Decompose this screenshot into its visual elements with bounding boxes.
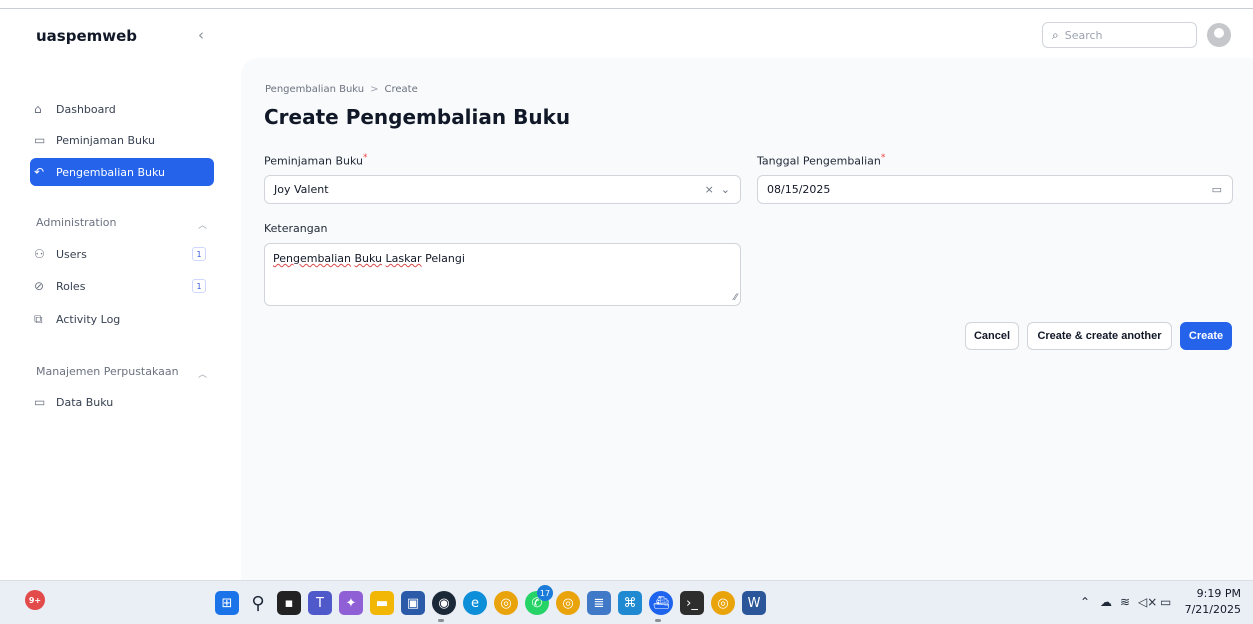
sidebar-item-label: Users	[56, 247, 87, 261]
whatsapp-badge: 17	[537, 585, 553, 601]
calendar-icon[interactable]: ▭	[1212, 183, 1222, 196]
copilot-icon[interactable]: ✦	[339, 591, 363, 615]
users-icon: ⚇	[34, 247, 45, 261]
store-icon[interactable]: ▣	[401, 591, 425, 615]
count-badge: 1	[192, 247, 206, 261]
clear-icon[interactable]: ×	[705, 183, 714, 196]
tanggal-label-text: Tanggal Pengembalian	[757, 154, 881, 168]
avatar[interactable]	[1207, 23, 1231, 47]
search-icon: ⌕	[1052, 27, 1059, 42]
chrome-icon[interactable]: ◎	[494, 591, 518, 615]
peminjaman-label-text: Peminjaman Buku	[264, 154, 363, 168]
tanggal-label: Tanggal Pengembalian*	[757, 153, 885, 168]
task-view-icon[interactable]: ▪	[277, 591, 301, 615]
keterangan-word: Laskar	[385, 252, 422, 265]
breadcrumb-parent[interactable]: Pengembalian Buku	[265, 84, 364, 95]
breadcrumb: Pengembalian Buku > Create	[265, 84, 418, 95]
teams-icon[interactable]: T	[308, 591, 332, 615]
window-top-bar	[0, 0, 1253, 9]
breadcrumb-separator: >	[370, 84, 379, 95]
return-arrow-icon: ↶	[34, 165, 45, 179]
resize-grip-icon[interactable]: ⁄⁄	[734, 293, 737, 303]
required-marker: *	[880, 153, 886, 163]
chevron-left-icon[interactable]: ‹	[198, 26, 204, 44]
tanggal-date-input[interactable]: 08/15/2025 ▭	[757, 175, 1233, 204]
sidebar-item-label: Data Buku	[56, 395, 114, 409]
steam-icon[interactable]: ◉	[432, 591, 456, 615]
sidebar-item-label: Peminjaman Buku	[56, 133, 155, 147]
search-placeholder: Search	[1064, 28, 1103, 42]
count-badge: 1	[192, 279, 206, 293]
keterangan-word: Pengembalian	[273, 252, 351, 265]
required-marker: *	[363, 153, 368, 163]
book-open-icon: ▭	[34, 133, 46, 147]
book-open-icon: ▭	[34, 395, 46, 409]
chevron-up-icon[interactable]: ︿	[198, 367, 207, 380]
notification-badge[interactable]: 9+	[25, 590, 45, 610]
sidebar-item-data-buku[interactable]: ▭ Data Buku	[30, 388, 214, 416]
page-title: Create Pengembalian Buku	[264, 105, 571, 129]
clock-date: 7/21/2025	[1184, 603, 1241, 616]
keterangan-textarea[interactable]: Pengembalian Buku Laskar Pelangi ⁄⁄	[264, 243, 741, 306]
running-indicator	[655, 619, 661, 622]
search-icon[interactable]: ⚲	[246, 591, 270, 615]
cloud-icon[interactable]: ☁	[1100, 595, 1112, 609]
sidebar-item-label: Pengembalian Buku	[56, 165, 166, 179]
peminjaman-select[interactable]: Joy Valent × ⌄	[264, 175, 741, 204]
sidebar-item-peminjaman-buku[interactable]: ▭ Peminjaman Buku	[30, 126, 214, 154]
group-label-manajemen-perpustakaan[interactable]: Manajemen Perpustakaan	[36, 365, 179, 378]
breadcrumb-current: Create	[384, 84, 418, 95]
word-icon[interactable]: W	[742, 591, 766, 615]
keterangan-label: Keterangan	[264, 222, 328, 235]
taskbar: 9+ ⊞ ⚲ ▪ T ✦ ▬ ▣ ◉ e ◎ ✆ 17 ◎ ≣ ⌘ ⛴ ›_ ◎…	[0, 580, 1253, 624]
chevron-up-icon[interactable]: ︿	[198, 218, 207, 231]
chevron-up-icon[interactable]: ⌃	[1080, 595, 1090, 609]
peminjaman-label: Peminjaman Buku*	[264, 153, 368, 168]
sidebar-item-pengembalian-buku[interactable]: ↶ Pengembalian Buku	[30, 158, 214, 186]
notepad-icon[interactable]: ≣	[587, 591, 611, 615]
search-input[interactable]: ⌕ Search	[1042, 22, 1197, 48]
main-content	[241, 58, 1253, 580]
edge-icon[interactable]: e	[463, 591, 487, 615]
terminal-icon[interactable]: ›_	[680, 591, 704, 615]
file-explorer-icon[interactable]: ▬	[370, 591, 394, 615]
volume-muted-icon[interactable]: ◁×	[1138, 595, 1157, 609]
wifi-icon[interactable]: ≋	[1120, 595, 1130, 609]
sidebar-item-label: Dashboard	[56, 102, 116, 116]
peminjaman-value: Joy Valent	[274, 183, 329, 196]
create-button[interactable]: Create	[1180, 322, 1232, 350]
chrome-profile-k-icon[interactable]: ◎	[711, 591, 735, 615]
create-another-button[interactable]: Create & create another	[1027, 322, 1172, 350]
shield-check-icon: ⊘	[34, 279, 45, 293]
clear-chevron-controls: × ⌄	[705, 183, 730, 196]
sidebar-item-activity-log[interactable]: ⧉ Activity Log	[30, 305, 214, 333]
keterangan-word: Pelangi	[425, 252, 465, 265]
document-copy-icon: ⧉	[34, 311, 43, 326]
docker-icon[interactable]: ⛴	[649, 591, 673, 615]
clock-time: 9:19 PM	[1196, 587, 1241, 600]
running-indicator	[438, 619, 444, 622]
chevron-down-icon[interactable]: ⌄	[721, 183, 730, 196]
keterangan-word: Buku	[354, 252, 383, 265]
chrome-profile-icon[interactable]: ◎	[556, 591, 580, 615]
sidebar-item-label: Activity Log	[56, 312, 121, 326]
vscode-icon[interactable]: ⌘	[618, 591, 642, 615]
sidebar-item-dashboard[interactable]: ⌂ Dashboard	[30, 95, 214, 123]
group-label-administration[interactable]: Administration	[36, 216, 117, 229]
cancel-button[interactable]: Cancel	[965, 322, 1019, 350]
battery-icon[interactable]: ▭	[1160, 595, 1171, 609]
tanggal-value: 08/15/2025	[767, 183, 831, 196]
sidebar-item-label: Roles	[56, 279, 86, 293]
home-icon: ⌂	[34, 102, 42, 116]
clock[interactable]: 9:19 PM 7/21/2025	[1179, 586, 1241, 618]
sidebar-item-roles[interactable]: ⊘ Roles 1	[30, 272, 214, 300]
app-brand[interactable]: uaspemweb	[36, 27, 137, 45]
sidebar-item-users[interactable]: ⚇ Users 1	[30, 240, 214, 268]
start-icon[interactable]: ⊞	[215, 591, 239, 615]
